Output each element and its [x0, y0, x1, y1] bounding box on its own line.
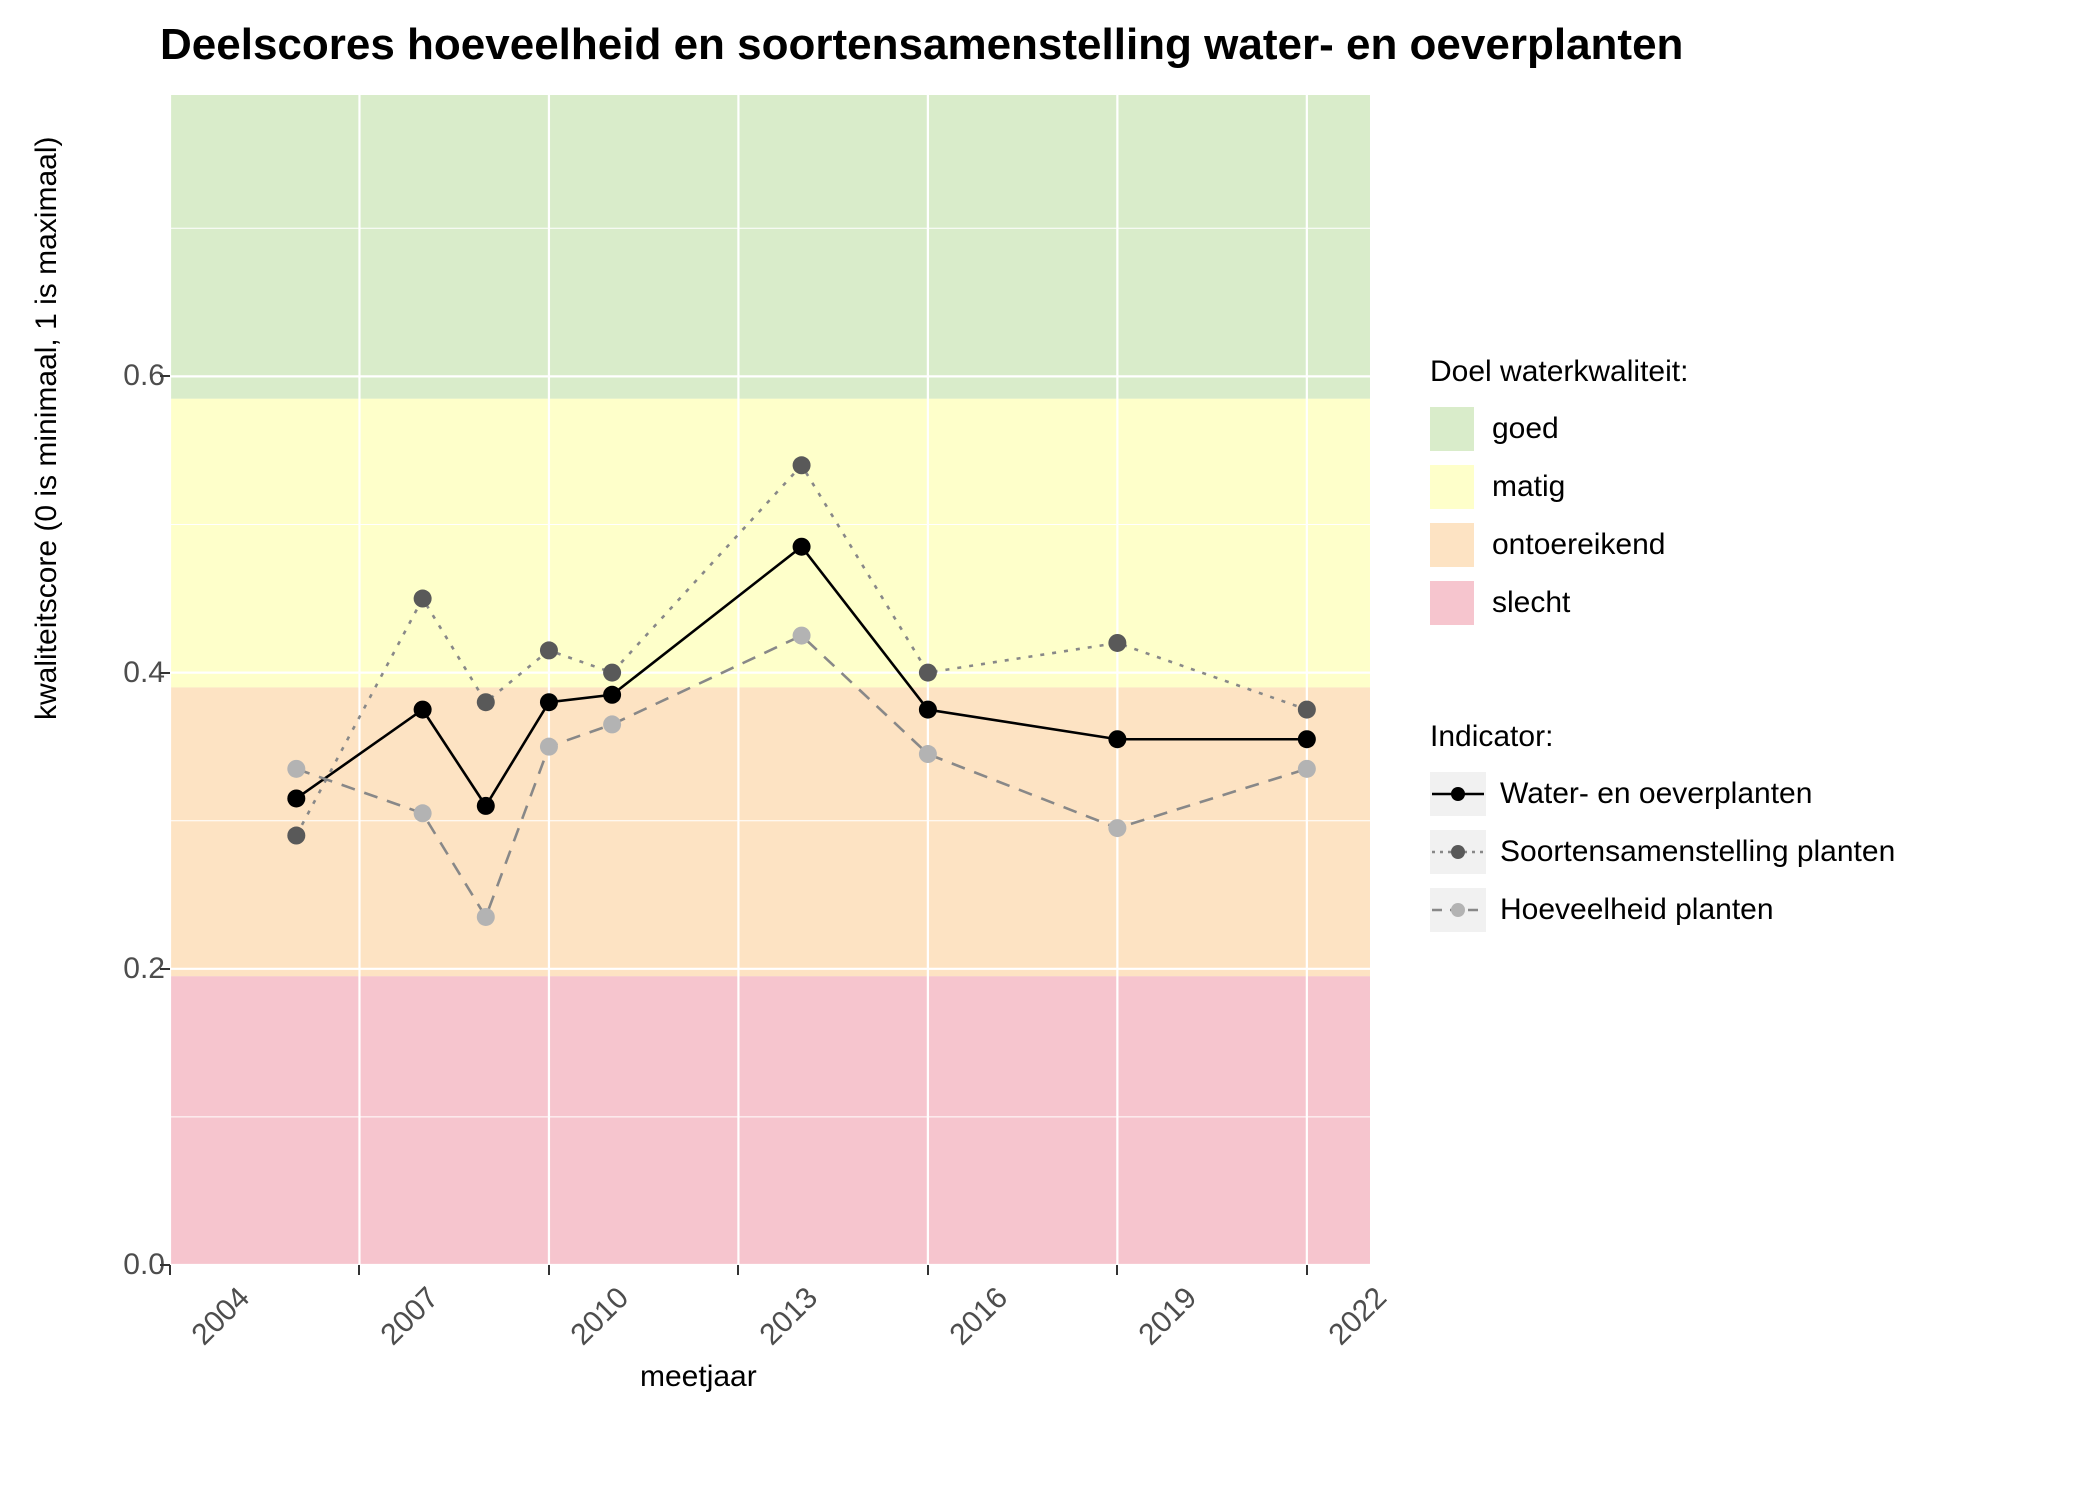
legend-quality: Doel waterkwaliteit: goed matig ontoerei…: [1430, 355, 1688, 639]
x-tick-label: 2022: [1322, 1281, 1393, 1352]
legend-label: Hoeveelheid planten: [1500, 893, 1774, 927]
legend-item-slecht: slecht: [1430, 581, 1688, 625]
data-point: [477, 797, 495, 815]
legend-item-goed: goed: [1430, 407, 1688, 451]
data-point: [477, 908, 495, 926]
legend-swatch-slecht: [1430, 581, 1474, 625]
data-point: [414, 804, 432, 822]
data-point: [793, 627, 811, 645]
legend-indicator: Indicator: Water- en oeverplanten Soorte…: [1430, 720, 1895, 946]
legend-label: Soortensamenstelling planten: [1500, 835, 1895, 869]
legend-item-series3: Hoeveelheid planten: [1430, 888, 1895, 932]
data-point: [477, 693, 495, 711]
data-point: [919, 664, 937, 682]
data-point: [1108, 819, 1126, 837]
legend-item-matig: matig: [1430, 465, 1688, 509]
data-point: [1298, 760, 1316, 778]
legend-label: matig: [1492, 470, 1565, 504]
x-tick-label: 2007: [375, 1281, 446, 1352]
legend-item-ontoereikend: ontoereikend: [1430, 523, 1688, 567]
x-axis-label: meetjaar: [640, 1360, 757, 1394]
legend-label: goed: [1492, 412, 1559, 446]
legend-indicator-title: Indicator:: [1430, 720, 1895, 754]
data-point: [1108, 730, 1126, 748]
legend-item-series1: Water- en oeverplanten: [1430, 772, 1895, 816]
data-point: [287, 760, 305, 778]
data-point: [540, 693, 558, 711]
legend-label: slecht: [1492, 586, 1570, 620]
data-point: [540, 641, 558, 659]
legend-label: ontoereikend: [1492, 528, 1665, 562]
data-point: [793, 456, 811, 474]
band-ontoereikend: [170, 687, 1370, 976]
data-point: [287, 789, 305, 807]
y-tick-label: 0.2: [35, 952, 165, 986]
data-point: [919, 745, 937, 763]
data-point: [793, 538, 811, 556]
y-axis-label: kwaliteitscore (0 is minimaal, 1 is maxi…: [30, 137, 64, 720]
legend-item-series2: Soortensamenstelling planten: [1430, 830, 1895, 874]
y-tick-label: 0.0: [35, 1248, 165, 1282]
data-point: [603, 686, 621, 704]
data-point: [414, 590, 432, 608]
data-point: [1108, 634, 1126, 652]
data-point: [603, 664, 621, 682]
x-tick-label: 2004: [186, 1281, 257, 1352]
plot-area: [170, 95, 1370, 1265]
data-point: [919, 701, 937, 719]
band-goed: [170, 95, 1370, 399]
x-tick-label: 2016: [943, 1281, 1014, 1352]
legend-label: Water- en oeverplanten: [1500, 777, 1812, 811]
band-matig: [170, 399, 1370, 688]
data-point: [414, 701, 432, 719]
legend-swatch-ontoereikend: [1430, 523, 1474, 567]
x-tick-label: 2013: [754, 1281, 825, 1352]
band-slecht: [170, 976, 1370, 1265]
x-tick-label: 2019: [1133, 1281, 1204, 1352]
data-point: [287, 827, 305, 845]
chart-title: Deelscores hoeveelheid en soortensamenst…: [160, 20, 1683, 70]
data-point: [603, 715, 621, 733]
data-point: [1298, 730, 1316, 748]
y-tick-label: 0.6: [35, 359, 165, 393]
y-tick-label: 0.4: [35, 656, 165, 690]
legend-swatch-goed: [1430, 407, 1474, 451]
data-point: [1298, 701, 1316, 719]
legend-quality-title: Doel waterkwaliteit:: [1430, 355, 1688, 389]
data-point: [540, 738, 558, 756]
x-tick-label: 2010: [564, 1281, 635, 1352]
legend-swatch-matig: [1430, 465, 1474, 509]
